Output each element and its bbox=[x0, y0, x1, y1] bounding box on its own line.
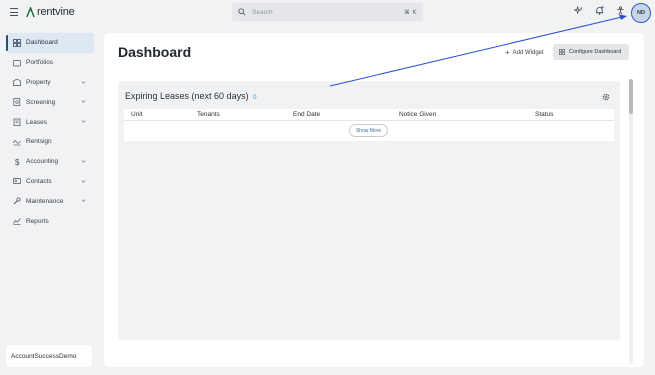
search-input[interactable]: Search ⌘ K bbox=[232, 3, 423, 21]
menu-icon[interactable] bbox=[10, 8, 18, 16]
table-header: Unit Tenants End Date Notice Given Statu… bbox=[124, 109, 614, 121]
sidebar-item-dashboard[interactable]: Dashboard bbox=[6, 33, 94, 53]
column-header-end-date[interactable]: End Date bbox=[293, 111, 320, 118]
svg-text:$: $ bbox=[15, 158, 20, 166]
sidebar-item-accounting[interactable]: $ Accounting bbox=[6, 152, 94, 172]
page-title: Dashboard bbox=[118, 44, 192, 60]
sidebar-item-label: Screening bbox=[26, 98, 56, 106]
column-header-notice-given[interactable]: Notice Given bbox=[399, 111, 436, 118]
signature-icon bbox=[13, 138, 21, 146]
sidebar-item-label: Rentsign bbox=[26, 138, 52, 146]
sidebar-item-maintenance[interactable]: Maintenance bbox=[6, 191, 94, 211]
sidebar-item-label: Accounting bbox=[26, 158, 59, 166]
sidebar-item-label: Contacts bbox=[26, 177, 52, 185]
configure-dashboard-button[interactable]: Configure Dashboard bbox=[553, 44, 629, 60]
dollar-icon: $ bbox=[13, 158, 21, 166]
scrollbar[interactable] bbox=[629, 79, 633, 364]
main-content: Dashboard + Add Widget Configure Dashboa… bbox=[104, 33, 644, 367]
top-bar: rentvine Search ⌘ K ND bbox=[0, 0, 655, 25]
scrollbar-thumb[interactable] bbox=[629, 79, 633, 114]
add-widget-button[interactable]: + Add Widget bbox=[505, 45, 544, 60]
clipboard-icon bbox=[13, 118, 21, 126]
sidebar-item-property[interactable]: Property bbox=[6, 73, 94, 93]
accessibility-icon[interactable] bbox=[616, 6, 625, 15]
sidebar: Dashboard Portfolios Property Screening … bbox=[6, 33, 94, 231]
sidebar-item-label: Dashboard bbox=[26, 39, 58, 47]
sidebar-item-rentsign[interactable]: Rentsign bbox=[6, 132, 94, 152]
sidebar-item-label: Maintenance bbox=[26, 197, 64, 205]
sidebar-item-contacts[interactable]: Contacts bbox=[6, 172, 94, 192]
sidebar-item-label: Portfolios bbox=[26, 59, 54, 67]
expiring-leases-table: Unit Tenants End Date Notice Given Statu… bbox=[124, 109, 614, 141]
grid-icon bbox=[559, 49, 565, 55]
plus-icon: + bbox=[505, 48, 510, 57]
chart-icon bbox=[13, 217, 21, 225]
sidebar-item-leases[interactable]: Leases bbox=[6, 112, 94, 132]
sidebar-item-label: Leases bbox=[26, 118, 47, 126]
widget-title: Expiring Leases (next 60 days) 0 bbox=[125, 91, 256, 101]
widget-title-text: Expiring Leases (next 60 days) bbox=[125, 91, 249, 101]
show-more-button[interactable]: Show More bbox=[349, 124, 388, 137]
grid-icon bbox=[13, 39, 21, 47]
sidebar-item-reports[interactable]: Reports bbox=[6, 211, 94, 231]
sidebar-item-label: Property bbox=[26, 78, 51, 86]
brand-logo[interactable]: rentvine bbox=[26, 5, 75, 19]
rentvine-leaf-icon bbox=[26, 6, 35, 17]
chevron-down-icon bbox=[81, 81, 86, 84]
add-widget-label: Add Widget bbox=[512, 49, 544, 56]
column-header-unit[interactable]: Unit bbox=[131, 111, 143, 118]
folder-icon bbox=[13, 59, 21, 67]
chevron-down-icon bbox=[81, 100, 86, 104]
sidebar-item-portfolios[interactable]: Portfolios bbox=[6, 53, 94, 73]
chevron-down-icon bbox=[81, 180, 86, 183]
column-header-status[interactable]: Status bbox=[535, 111, 553, 118]
widget-count: 0 bbox=[253, 95, 257, 101]
sidebar-item-screening[interactable]: Screening bbox=[6, 92, 94, 112]
user-avatar[interactable]: ND bbox=[631, 3, 651, 23]
sparkle-icon[interactable] bbox=[574, 6, 583, 15]
chevron-down-icon bbox=[81, 199, 86, 203]
expiring-leases-widget: Expiring Leases (next 60 days) 0 Unit Te… bbox=[118, 81, 620, 340]
brand-name: rentvine bbox=[37, 6, 75, 18]
document-search-icon bbox=[13, 98, 21, 107]
bell-icon[interactable] bbox=[595, 6, 604, 15]
chevron-down-icon bbox=[81, 120, 86, 123]
building-icon bbox=[13, 78, 21, 87]
wrench-icon bbox=[13, 197, 21, 205]
chevron-down-icon bbox=[81, 160, 86, 163]
search-icon bbox=[238, 8, 246, 16]
search-placeholder: Search bbox=[252, 8, 273, 16]
column-header-tenants[interactable]: Tenants bbox=[197, 111, 220, 118]
account-switcher[interactable]: AccountSuccessDemo bbox=[6, 345, 92, 367]
search-shortcut: ⌘ K bbox=[403, 9, 417, 16]
contact-card-icon bbox=[13, 177, 21, 185]
configure-dashboard-label: Configure Dashboard bbox=[569, 49, 622, 55]
gear-icon[interactable] bbox=[602, 93, 610, 101]
sidebar-item-label: Reports bbox=[26, 217, 49, 225]
